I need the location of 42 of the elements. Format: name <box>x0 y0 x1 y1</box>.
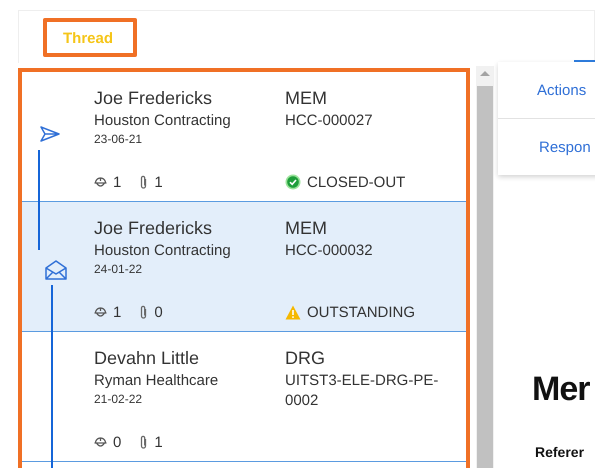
document-reference: HCC-000027 <box>285 111 374 131</box>
company-name: Ryman Healthcare <box>94 371 220 391</box>
helmet-icon <box>94 306 107 318</box>
people-count: 1 <box>113 304 122 320</box>
paperclip-icon <box>139 434 148 450</box>
warning-icon <box>285 304 301 320</box>
item-date: 21-02-22 <box>94 391 144 407</box>
status-label: CLOSED-OUT <box>307 174 406 190</box>
company-name: Houston Contracting <box>94 111 232 131</box>
paperclip-icon <box>139 304 148 320</box>
attachment-count: 1 <box>154 174 163 190</box>
people-count: 0 <box>113 434 122 450</box>
menu-item[interactable]: Actions <box>498 62 595 119</box>
send-icon <box>40 126 60 142</box>
attachment-count: 0 <box>154 304 163 320</box>
sender-name: Joe Fredericks <box>94 87 214 110</box>
document-reference: HCC-000032 <box>285 241 374 261</box>
document-type: DRG <box>285 347 326 370</box>
open-envelope-icon <box>45 260 67 280</box>
document-title: Mer <box>532 370 590 409</box>
company-name: Houston Contracting <box>94 241 232 261</box>
item-date: 24-01-22 <box>94 261 144 277</box>
active-tab-indicator <box>574 60 595 62</box>
status-label: OUTSTANDING <box>307 304 416 320</box>
people-count: 1 <box>113 174 122 190</box>
scrollbar[interactable] <box>476 66 494 468</box>
sender-name: Devahn Little <box>94 347 200 370</box>
attachment-count: 1 <box>154 434 163 450</box>
check-circle-icon <box>285 174 301 190</box>
sender-name: Joe Fredericks <box>94 217 214 240</box>
thread-item[interactable]: Joe Fredericks Houston Contracting 24-01-22 1 0 MEM HCC-000032 OUTSTANDING <box>22 202 466 332</box>
document-type: MEM <box>285 87 328 110</box>
menu-item[interactable]: Respon <box>498 119 595 175</box>
paperclip-icon <box>139 174 148 190</box>
document-type: MEM <box>285 217 328 240</box>
helmet-icon <box>94 436 107 448</box>
scrollbar-thumb[interactable] <box>477 86 493 468</box>
document-reference: UITST3-ELE-DRG-PE-0002 <box>285 371 440 411</box>
scroll-up-icon[interactable] <box>479 70 491 77</box>
item-date: 23-06-21 <box>94 131 144 147</box>
reference-label: Referer <box>535 444 584 460</box>
helmet-icon <box>94 176 107 188</box>
